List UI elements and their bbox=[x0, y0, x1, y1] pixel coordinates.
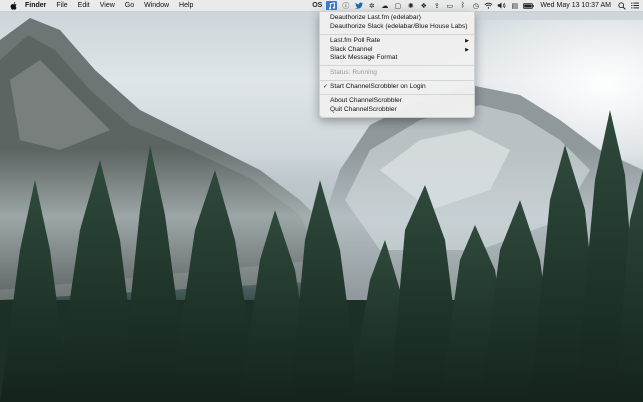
menu-item-label: Slack Channel bbox=[330, 45, 373, 53]
menu-edit[interactable]: Edit bbox=[78, 2, 90, 9]
app-name-menu[interactable]: Finder bbox=[25, 2, 46, 9]
wifi-icon[interactable] bbox=[484, 1, 493, 10]
menu-item-label: Start ChannelScrobbler on Login bbox=[330, 82, 426, 90]
checkmark-icon: ✓ bbox=[323, 83, 329, 90]
menu-item-lastfm-poll-rate[interactable]: Last.fm Poll Rate ▶ bbox=[320, 37, 474, 46]
notification-center-icon[interactable] bbox=[630, 1, 639, 10]
menu-window[interactable]: Window bbox=[144, 2, 169, 9]
menu-bar-clock[interactable]: Wed May 13 10:37 AM bbox=[540, 2, 611, 9]
menu-separator bbox=[320, 79, 474, 81]
time-machine-icon[interactable]: ◷ bbox=[471, 1, 480, 10]
menu-item-deauthorize-slack[interactable]: Deauthorize Slack (edelabar/Blue House L… bbox=[320, 23, 474, 32]
bluetooth-icon[interactable]: ᛒ bbox=[458, 1, 467, 10]
menu-go[interactable]: Go bbox=[125, 2, 134, 9]
menu-file[interactable]: File bbox=[56, 2, 67, 9]
menu-item-slack-channel[interactable]: Slack Channel ▶ bbox=[320, 46, 474, 55]
battery-icon[interactable] bbox=[523, 1, 534, 10]
menu-item-deauthorize-lastfm[interactable]: Deauthorize Last.fm (edelabar) bbox=[320, 14, 474, 23]
display-icon[interactable]: ▭ bbox=[445, 1, 454, 10]
desktop: Finder File Edit View Go Window Help OS … bbox=[0, 0, 643, 402]
menu-help[interactable]: Help bbox=[179, 2, 193, 9]
menu-item-slack-message-format[interactable]: Slack Message Format bbox=[320, 54, 474, 63]
menu-item-quit[interactable]: Quit ChannelScrobbler bbox=[320, 106, 474, 115]
status-menu-area: OS ⓘ ✲ ☁ ▢ ✺ ❖ ⇪ ▭ ᛒ ◷ ▤ Wed May 13 10:3… bbox=[308, 0, 639, 11]
message-icon[interactable]: ▢ bbox=[393, 1, 402, 10]
info-circle-icon[interactable]: ⓘ bbox=[341, 1, 350, 10]
menu-separator bbox=[320, 33, 474, 35]
submenu-arrow-icon: ▶ bbox=[465, 37, 469, 44]
input-source-icon[interactable]: ▤ bbox=[510, 1, 519, 10]
menu-item-about[interactable]: About ChannelScrobbler bbox=[320, 97, 474, 106]
channelscrobbler-menu: Deauthorize Last.fm (edelabar) Deauthori… bbox=[319, 11, 475, 119]
channelscrobbler-icon[interactable] bbox=[326, 1, 338, 10]
volume-icon[interactable] bbox=[497, 1, 506, 10]
submenu-arrow-icon: ▶ bbox=[465, 46, 469, 53]
cloud-icon[interactable]: ☁ bbox=[380, 1, 389, 10]
menu-item-label: Last.fm Poll Rate bbox=[330, 36, 381, 44]
dropbox-icon[interactable]: ❖ bbox=[419, 1, 428, 10]
spotlight-search-icon[interactable] bbox=[617, 1, 626, 10]
menu-view[interactable]: View bbox=[100, 2, 115, 9]
menu-item-start-on-login[interactable]: ✓ Start ChannelScrobbler on Login bbox=[320, 83, 474, 92]
share-icon[interactable]: ⇪ bbox=[432, 1, 441, 10]
menu-separator bbox=[320, 65, 474, 67]
menu-item-status: Status: Running bbox=[330, 68, 377, 76]
twitter-bird-icon[interactable] bbox=[354, 1, 363, 10]
apple-menu-icon[interactable] bbox=[9, 1, 17, 10]
os-status-icon[interactable]: OS bbox=[312, 1, 322, 10]
bug-icon[interactable]: ✺ bbox=[406, 1, 415, 10]
puzzle-icon[interactable]: ✲ bbox=[367, 1, 376, 10]
menu-separator bbox=[320, 93, 474, 95]
